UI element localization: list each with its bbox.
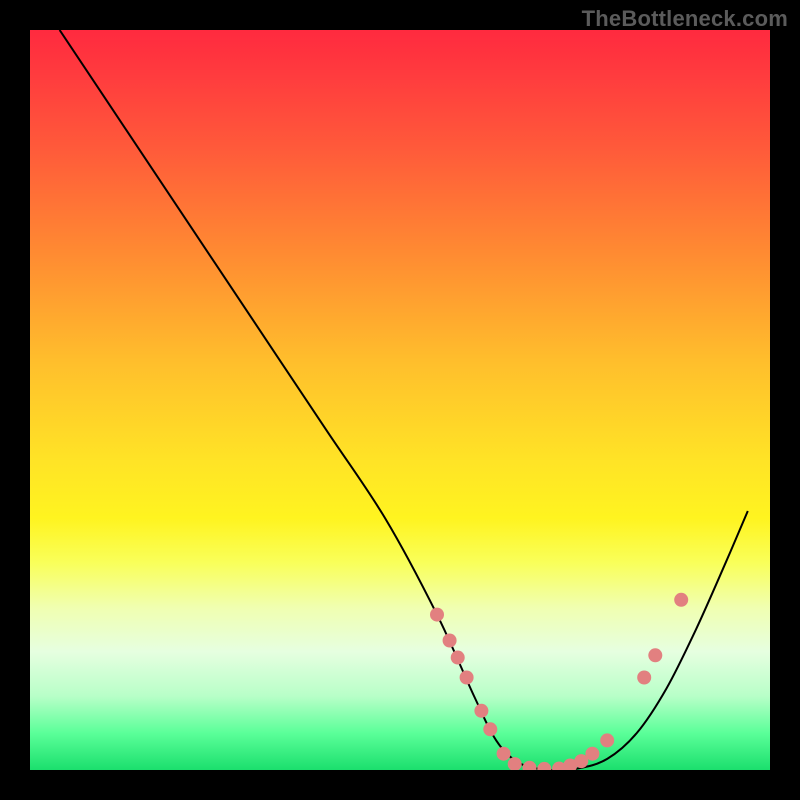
data-marker (474, 704, 488, 718)
curve-line (60, 30, 748, 770)
marker-layer (430, 593, 688, 770)
data-marker (637, 671, 651, 685)
data-marker (537, 762, 551, 770)
data-marker (523, 761, 537, 770)
data-marker (600, 733, 614, 747)
data-marker (483, 722, 497, 736)
data-marker (648, 648, 662, 662)
data-marker (508, 757, 522, 770)
data-marker (497, 747, 511, 761)
data-marker (585, 747, 599, 761)
data-marker (430, 608, 444, 622)
data-marker (460, 671, 474, 685)
watermark-text: TheBottleneck.com (582, 6, 788, 32)
chart-overlay (30, 30, 770, 770)
chart-stage: TheBottleneck.com (0, 0, 800, 800)
data-marker (443, 634, 457, 648)
plot-area (30, 30, 770, 770)
data-marker (674, 593, 688, 607)
data-marker (451, 651, 465, 665)
